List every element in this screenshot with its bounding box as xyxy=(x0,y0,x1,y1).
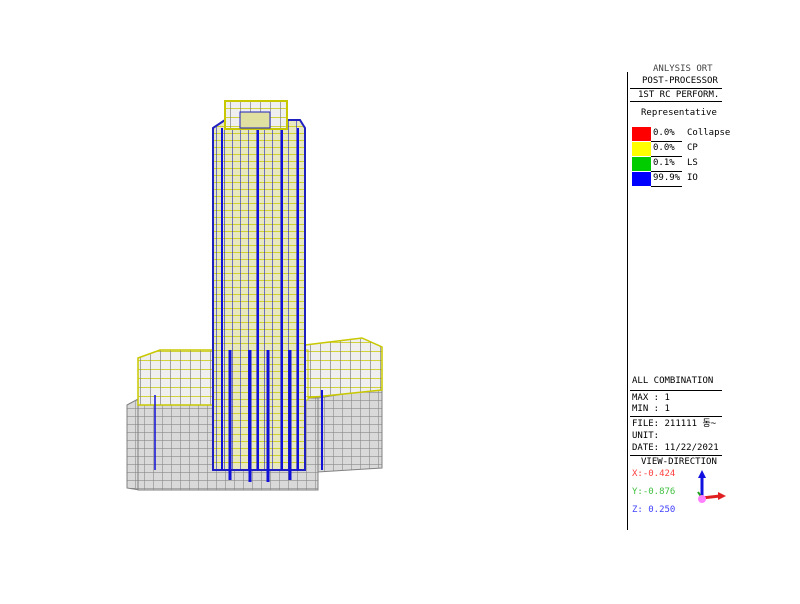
divider-line xyxy=(630,416,722,417)
legend-swatch xyxy=(632,142,651,156)
view-x-value: X:-0.424 xyxy=(632,469,676,479)
panel-divider xyxy=(627,72,628,530)
post-processor-title: POST-PROCESSOR xyxy=(642,76,718,86)
view-y-value: Y:-0.876 xyxy=(632,487,676,497)
legend-percent: 0.0% xyxy=(653,143,675,153)
legend-label: IO xyxy=(687,173,698,183)
divider-line xyxy=(630,88,722,89)
legend-percent: 99.9% xyxy=(653,173,681,183)
axis-triad-icon xyxy=(697,470,726,503)
max-value: MAX : 1 xyxy=(632,393,670,403)
file-name: FILE: 211111 동~ xyxy=(632,419,717,429)
panel-header-partial: ANLYSIS ORT xyxy=(653,64,713,74)
model-viewport[interactable] xyxy=(0,0,625,600)
tower-crown xyxy=(224,100,288,130)
building-model xyxy=(126,100,383,491)
legend-swatch xyxy=(632,157,651,171)
divider-line xyxy=(630,390,722,391)
view-z-value: Z: 0.250 xyxy=(632,505,676,515)
legend-swatch xyxy=(632,127,651,141)
legend-row-collapse: 0.0% Collapse xyxy=(632,127,730,142)
representative-label: Representative xyxy=(641,108,717,118)
legend-row-io: 99.9% IO xyxy=(632,172,726,187)
unit-label: UNIT: xyxy=(632,431,660,441)
legend-label: Collapse xyxy=(687,128,731,138)
legend-label: LS xyxy=(687,158,698,168)
analysis-mode: 1ST RC PERFORM. xyxy=(638,90,720,100)
min-value: MIN : 1 xyxy=(632,404,670,414)
combination-label: ALL COMBINATION xyxy=(632,376,714,386)
legend-percent: 0.0% xyxy=(653,128,675,138)
legend-row-cp: 0.0% CP xyxy=(632,142,726,157)
legend-row-ls: 0.1% LS xyxy=(632,157,726,172)
divider-line xyxy=(630,101,722,102)
legend-swatch xyxy=(632,172,651,186)
view-direction-title: VIEW-DIRECTION xyxy=(641,457,717,467)
legend-percent: 0.1% xyxy=(653,158,675,168)
date-label: DATE: 11/22/2021 xyxy=(632,443,719,453)
legend-label: CP xyxy=(687,143,698,153)
divider-line xyxy=(630,455,722,456)
